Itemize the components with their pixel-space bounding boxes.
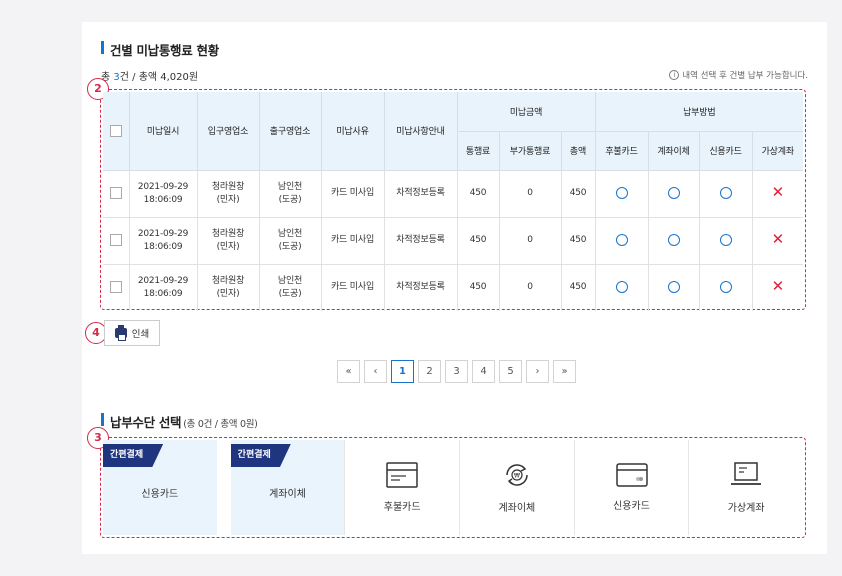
cell-reason: 카드 미사입 (320, 263, 385, 311)
cell-exit: 남인천 (도공) (258, 216, 322, 265)
header-reason: 미납사유 (320, 92, 385, 171)
header-date: 미납일시 (128, 92, 198, 171)
pagination: « ‹ 1 2 3 4 5 › » (337, 360, 576, 383)
cell-extra: 0 (498, 263, 562, 311)
easy-pay-account-transfer-option[interactable]: 간편결제 계좌이체 (230, 440, 346, 535)
header-amount-group: 미납금액 (456, 92, 596, 132)
cell-toll: 450 (456, 216, 500, 265)
unavailable-x-icon: ✕ (771, 229, 785, 248)
laptop-icon (731, 462, 762, 485)
cell-toll: 450 (456, 263, 500, 311)
row-checkbox[interactable] (109, 281, 122, 293)
easy-pay-tag: 간편결제 (103, 444, 164, 467)
available-circle-icon (719, 233, 732, 246)
header-credit: 신용카드 (698, 130, 753, 171)
cell-reason: 카드 미사입 (320, 216, 385, 265)
header-toll: 통행료 (457, 130, 500, 171)
unpaid-toll-table: 미납일시 입구영업소 출구영업소 미납사유 미납사항안내 미납금액 납부방법 통… (103, 92, 803, 311)
available-circle-icon (719, 281, 732, 293)
first-page-button[interactable]: « (337, 360, 360, 383)
header-entry: 입구영업소 (196, 92, 260, 171)
last-page-button[interactable]: » (553, 360, 576, 383)
cell-date: 2021-09-29 18:06:09 (128, 169, 198, 218)
available-circle-icon (615, 233, 628, 246)
svg-text:₩: ₩ (514, 473, 520, 480)
available-circle-icon (667, 186, 680, 199)
row-checkbox[interactable] (109, 186, 122, 199)
easy-pay-tag: 간편결제 (230, 444, 291, 467)
postpaid-card-icon (386, 462, 418, 488)
cell-extra: 0 (498, 216, 562, 265)
page-button-3[interactable]: 3 (445, 360, 468, 383)
cell-toll: 450 (456, 169, 500, 218)
select-all-checkbox[interactable] (109, 124, 122, 137)
cell-total: 450 (560, 216, 596, 265)
page-button-1[interactable]: 1 (391, 360, 414, 383)
cell-entry: 청라원창 (민자) (196, 216, 260, 265)
header-exit: 출구영업소 (258, 92, 322, 171)
table-row: 2021-09-29 18:06:09 청라원창 (민자) 남인천 (도공) 카드 미… (103, 169, 803, 218)
page-button-4[interactable]: 4 (472, 360, 495, 383)
postpaid-card-option[interactable]: 후불카드 (345, 440, 461, 535)
cell-guide: 차적정보등록 (383, 263, 458, 311)
payment-methods: 간편결제 신용카드 간편결제 계좌이체 후불카드 ₩ 계좌이체 신용카드 가상계… (103, 440, 803, 535)
cell-extra: 0 (498, 169, 562, 218)
available-circle-icon (667, 233, 680, 246)
header-select-all[interactable] (103, 92, 130, 171)
available-circle-icon (719, 186, 732, 199)
header-total: 총액 (560, 130, 596, 171)
table-row: 2021-09-29 18:06:09 청라원창 (민자) 남인천 (도공) 카드 미… (103, 216, 803, 265)
info-icon: i (669, 70, 680, 80)
printer-icon (114, 325, 127, 341)
cell-reason: 카드 미사입 (320, 169, 385, 218)
header-transfer: 계좌이체 (647, 130, 700, 171)
unavailable-x-icon: ✕ (771, 276, 785, 295)
cell-exit: 남인천 (도공) (258, 169, 322, 218)
page-button-2[interactable]: 2 (418, 360, 441, 383)
cell-total: 450 (560, 169, 596, 218)
credit-card-icon (615, 463, 648, 487)
header-postpaid: 후불카드 (594, 130, 649, 171)
cell-entry: 청라원창 (민자) (196, 169, 260, 218)
table-row: 2021-09-29 18:06:09 청라원창 (민자) 남인천 (도공) 카드 미… (103, 263, 803, 311)
header-virtual: 가상계좌 (751, 130, 803, 171)
easy-pay-credit-card-option[interactable]: 간편결제 신용카드 (103, 440, 217, 535)
print-button[interactable]: 인쇄 (104, 320, 160, 346)
transfer-icon: ₩ (506, 464, 528, 486)
cell-date: 2021-09-29 18:06:09 (128, 216, 198, 265)
payment-method-section-title: 납부수단 선택 (총 0건 / 총액 0원) (101, 412, 258, 431)
cell-guide: 차적정보등록 (383, 169, 458, 218)
unavailable-x-icon: ✕ (771, 182, 785, 201)
cell-guide: 차적정보등록 (383, 216, 458, 265)
prev-page-button[interactable]: ‹ (364, 360, 387, 383)
page-button-5[interactable]: 5 (499, 360, 522, 383)
credit-card-option[interactable]: 신용카드 (575, 440, 690, 535)
cell-entry: 청라원창 (민자) (196, 263, 260, 311)
next-page-button[interactable]: › (526, 360, 549, 383)
account-transfer-option[interactable]: ₩ 계좌이체 (460, 440, 575, 535)
cell-exit: 남인천 (도공) (258, 263, 322, 311)
row-checkbox[interactable] (109, 233, 122, 246)
available-circle-icon (667, 281, 680, 293)
unpaid-summary: 총 3건 / 총액 4,020원 (101, 72, 199, 83)
header-guide: 미납사항안내 (383, 92, 458, 171)
header-extra: 부가통행료 (498, 130, 562, 171)
header-method-group: 납부방법 (594, 92, 803, 132)
info-note: i 내역 선택 후 건별 납부 가능합니다. (669, 69, 808, 81)
available-circle-icon (615, 281, 628, 293)
cell-date: 2021-09-29 18:06:09 (128, 263, 198, 311)
payment-method-summary: (총 0건 / 총액 0원) (183, 419, 258, 430)
available-circle-icon (615, 186, 628, 199)
cell-total: 450 (560, 263, 596, 311)
virtual-account-option[interactable]: 가상계좌 (689, 440, 803, 535)
unpaid-section-title: 건별 미납통행료 현황 (101, 40, 219, 59)
